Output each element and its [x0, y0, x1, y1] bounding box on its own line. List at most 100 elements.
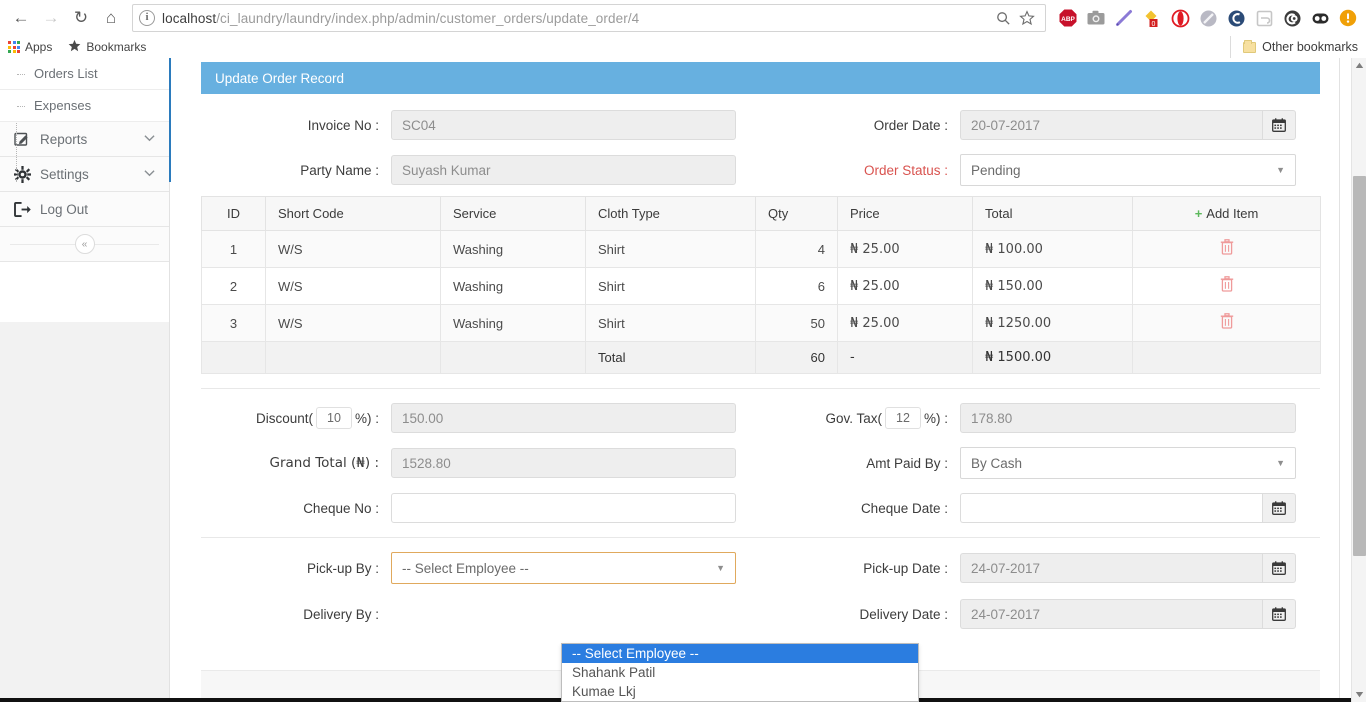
trash-icon[interactable] — [1220, 242, 1234, 259]
total-cell-actions — [1133, 342, 1321, 374]
glasses-icon[interactable] — [1306, 4, 1334, 32]
pickup-by-select[interactable]: -- Select Employee -- ▼ — [391, 552, 736, 584]
calendar-icon[interactable] — [1262, 493, 1296, 523]
back-icon[interactable]: ← — [6, 3, 36, 33]
discount-amount-input[interactable]: 150.00 — [391, 403, 736, 433]
delete-row-button[interactable] — [1133, 268, 1321, 305]
address-bar[interactable]: i localhost/ci_laundry/laundry/index.php… — [132, 4, 1046, 32]
trash-icon[interactable] — [1220, 316, 1234, 333]
other-bookmarks-label: Other bookmarks — [1262, 40, 1358, 54]
party-name-input[interactable]: Suyash Kumar — [391, 155, 736, 185]
page-scrollbar[interactable] — [1351, 58, 1366, 702]
amt-paid-by-select[interactable]: By Cash ▼ — [960, 447, 1296, 479]
sidebar-item-label: Orders List — [34, 66, 98, 81]
trash-icon[interactable] — [1220, 279, 1234, 296]
cheque-no-label: Cheque No : — [201, 501, 391, 516]
amt-paid-by-value: By Cash — [971, 456, 1022, 471]
camera-icon[interactable] — [1082, 4, 1110, 32]
delivery-date-label: Delivery Date : — [760, 607, 960, 622]
scroll-up-arrow-icon[interactable] — [1352, 58, 1366, 73]
sidebar-item-expenses[interactable]: Expenses — [0, 90, 169, 122]
scroll-down-arrow-icon[interactable] — [1352, 687, 1366, 702]
other-bookmarks-button[interactable]: Other bookmarks — [1230, 36, 1358, 58]
form-row-delivery: Delivery By : ▼ Delivery Date : 24-07-20… — [201, 598, 1320, 630]
employee-option[interactable]: -- Select Employee -- — [562, 644, 918, 663]
calendar-icon[interactable] — [1262, 553, 1296, 583]
sidebar-item-reports[interactable]: Reports — [0, 122, 169, 157]
svg-text:ABP: ABP — [1061, 16, 1075, 23]
form-row-grandtotal-paidby: Grand Total (₦) : 1528.80 Amt Paid By : … — [201, 447, 1320, 479]
order-date-input[interactable]: 20-07-2017 — [960, 110, 1262, 140]
amt-paid-by-label: Amt Paid By : — [760, 456, 960, 471]
discount-label-pre: Discount( — [256, 411, 313, 426]
chevron-down-icon — [144, 134, 155, 145]
sidebar-item-orders-list[interactable]: Orders List — [0, 58, 169, 90]
delivery-date-input[interactable]: 24-07-2017 — [960, 599, 1262, 629]
delete-row-button[interactable] — [1133, 305, 1321, 342]
apps-button[interactable]: Apps — [0, 37, 60, 57]
home-icon[interactable]: ⌂ — [96, 3, 126, 33]
browser-navigation-bar: ← → ↻ ⌂ i localhost/ci_laundry/laundry/i… — [0, 0, 1366, 36]
url-host: localhost — [162, 11, 216, 26]
add-item-button[interactable]: +Add Item — [1133, 197, 1321, 231]
order-status-select[interactable]: Pending ▼ — [960, 154, 1296, 186]
pen-icon[interactable] — [1110, 4, 1138, 32]
discount-percent-input[interactable]: 10 — [316, 407, 352, 429]
disc-icon[interactable] — [1194, 4, 1222, 32]
calendar-icon[interactable] — [1262, 110, 1296, 140]
gov-tax-percent-input[interactable]: 12 — [885, 407, 921, 429]
evernote-icon[interactable] — [1222, 4, 1250, 32]
col-header-short-code: Short Code — [266, 197, 441, 231]
employee-dropdown-list[interactable]: -- Select Employee --Shahank PatilKumae … — [561, 643, 919, 702]
delete-row-button[interactable] — [1133, 231, 1321, 268]
sidebar-item-log-out[interactable]: Log Out — [0, 192, 169, 227]
scrollbar-thumb[interactable] — [1353, 176, 1366, 556]
sidebar-item-label: Reports — [36, 132, 144, 147]
field-invoice-no: Invoice No : SC04 — [201, 110, 760, 140]
order-status-value: Pending — [971, 163, 1021, 178]
field-order-date: Order Date : 20-07-2017 — [760, 110, 1320, 140]
collapse-sidebar-button[interactable]: « — [75, 234, 95, 254]
col-header-total: Total — [973, 197, 1133, 231]
form-row-pickup: Pick-up By : -- Select Employee -- ▼ Pic… — [201, 552, 1320, 584]
update-order-panel: Update Order Record Invoice No : SC04 Or… — [201, 62, 1320, 630]
gov-tax-amount-input[interactable]: 178.80 — [960, 403, 1296, 433]
cell-total: ₦ 1250.00 — [973, 305, 1133, 342]
bookmarks-folder-button[interactable]: Bookmarks — [60, 37, 154, 57]
invoice-no-input[interactable]: SC04 — [391, 110, 736, 140]
panel-body: Invoice No : SC04 Order Date : 20-07-201… — [201, 94, 1320, 630]
employee-option[interactable]: Shahank Patil — [562, 663, 918, 682]
cell-id: 2 — [202, 268, 266, 305]
gear-icon — [14, 166, 36, 183]
bookmarks-label: Bookmarks — [86, 40, 146, 54]
sidebar-item-settings[interactable]: Settings — [0, 157, 169, 192]
cell-qty: 6 — [756, 268, 838, 305]
window-icon[interactable] — [1250, 4, 1278, 32]
adblock-plus-icon[interactable]: ABP — [1054, 4, 1082, 32]
order-date-group: 20-07-2017 — [960, 110, 1296, 140]
edit-square-icon — [14, 131, 36, 147]
bookmark-star-icon[interactable] — [1015, 6, 1039, 30]
calendar-icon[interactable] — [1262, 599, 1296, 629]
cheque-no-input[interactable] — [391, 493, 736, 523]
employee-option[interactable]: Kumae Lkj — [562, 682, 918, 701]
cell-id: 3 — [202, 305, 266, 342]
chevron-down-icon: ▼ — [1276, 165, 1285, 175]
pickup-date-input[interactable]: 24-07-2017 — [960, 553, 1262, 583]
cheque-date-input[interactable] — [960, 493, 1262, 523]
sidebar-filler — [0, 322, 169, 702]
link-icon[interactable] — [1278, 4, 1306, 32]
color-picker-icon[interactable]: 0 — [1138, 4, 1166, 32]
total-cell-short-code — [266, 342, 441, 374]
search-icon[interactable] — [991, 6, 1015, 30]
alert-icon[interactable] — [1334, 4, 1362, 32]
reload-icon[interactable]: ↻ — [66, 3, 96, 33]
grand-total-label: Grand Total (₦) : — [201, 455, 391, 471]
site-info-icon[interactable]: i — [139, 10, 155, 26]
grand-total-input[interactable]: 1528.80 — [391, 448, 736, 478]
cell-qty: 50 — [756, 305, 838, 342]
form-row-invoice-orderdate: Invoice No : SC04 Order Date : 20-07-201… — [201, 110, 1320, 140]
opera-icon[interactable] — [1166, 4, 1194, 32]
add-item-label: Add Item — [1206, 206, 1258, 221]
party-name-label: Party Name : — [201, 163, 391, 178]
